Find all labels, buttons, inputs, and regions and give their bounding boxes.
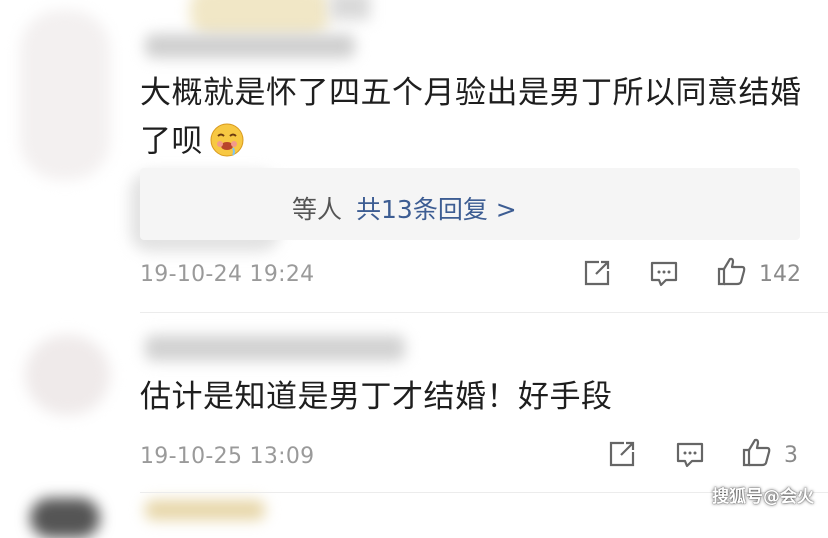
blurred-top-text bbox=[330, 0, 370, 20]
comment-2-like-count: 3 bbox=[784, 443, 798, 468]
reply-users-suffix: 等人 bbox=[292, 195, 343, 224]
reply-summary[interactable]: 等人 共13条回复 > bbox=[292, 190, 517, 226]
blurred-avatar-1 bbox=[20, 10, 110, 180]
comment-icon[interactable] bbox=[674, 439, 706, 471]
comment-icon[interactable] bbox=[648, 258, 680, 290]
blurred-avatar-2 bbox=[25, 335, 110, 415]
watermark: 搜狐号@会火 bbox=[712, 487, 814, 507]
view-replies-link[interactable]: 共13条回复 > bbox=[356, 195, 517, 224]
share-icon[interactable] bbox=[606, 438, 638, 470]
like-icon[interactable] bbox=[716, 255, 748, 287]
blurred-top-avatar bbox=[190, 0, 330, 36]
comment-1-timestamp: 19-10-24 19:24 bbox=[140, 262, 315, 287]
blurred-avatar-3 bbox=[30, 498, 100, 538]
reply-summary-box[interactable]: 等人 共13条回复 > bbox=[140, 168, 800, 240]
comment-1-like-count: 142 bbox=[759, 262, 801, 287]
comment-divider bbox=[140, 312, 828, 313]
comment-1-text-line2: 了呗 bbox=[140, 122, 245, 164]
comment-2-timestamp: 19-10-25 13:09 bbox=[140, 444, 315, 469]
like-icon[interactable] bbox=[741, 436, 773, 468]
share-icon[interactable] bbox=[581, 257, 613, 289]
comment-2-text: 估计是知道是男丁才结婚！好手段 bbox=[140, 379, 613, 415]
comment-1-text-tail: 了呗 bbox=[140, 123, 203, 160]
blurred-username-3 bbox=[145, 500, 265, 520]
blurred-username-1 bbox=[145, 34, 355, 58]
blurred-username-2 bbox=[145, 335, 405, 361]
comment-1-text-line1: 大概就是怀了四五个月验出是男丁所以同意结婚 bbox=[140, 75, 802, 111]
drooling-face-emoji-icon bbox=[209, 122, 245, 164]
